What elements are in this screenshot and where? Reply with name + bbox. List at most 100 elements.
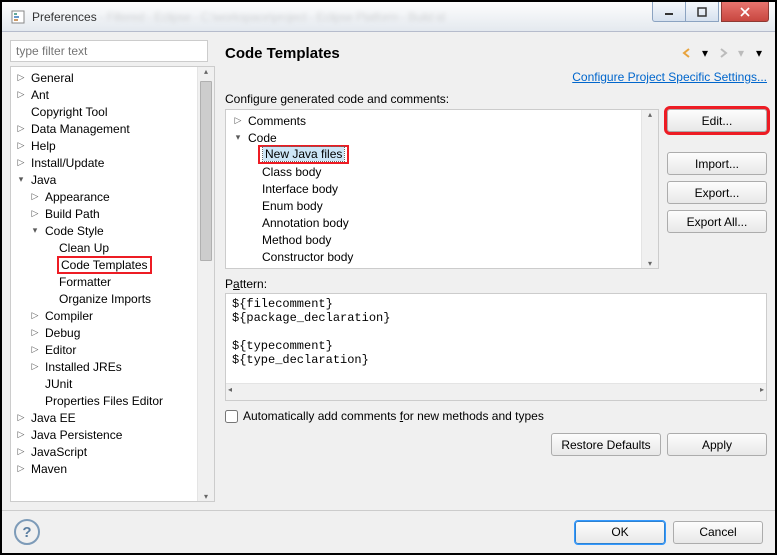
export-all-button[interactable]: Export All... bbox=[667, 210, 767, 233]
tree-item[interactable]: ▷Java Persistence bbox=[11, 426, 197, 443]
template-item[interactable]: ▷Annotation body bbox=[226, 214, 641, 231]
template-item-label: Enum body bbox=[260, 199, 325, 213]
template-item-label: Constructor body bbox=[260, 250, 355, 264]
triangle-right-icon[interactable]: ▷ bbox=[15, 463, 27, 475]
tree-item[interactable]: ▷Compiler bbox=[11, 307, 197, 324]
triangle-right-icon[interactable]: ▷ bbox=[15, 157, 27, 169]
triangle-right-icon[interactable]: ▷ bbox=[232, 115, 244, 126]
tree-item[interactable]: ▷Appearance bbox=[11, 188, 197, 205]
tree-scrollbar[interactable] bbox=[197, 67, 214, 501]
tree-item[interactable]: ▷Copyright Tool bbox=[11, 103, 197, 120]
triangle-down-icon[interactable]: ▾ bbox=[29, 225, 41, 237]
templates-tree[interactable]: ▷Comments▾Code▷New Java files▷Class body… bbox=[226, 110, 641, 268]
nav-back-menu-icon[interactable]: ▾ bbox=[697, 45, 713, 61]
template-item[interactable]: ▷Constructor body bbox=[226, 248, 641, 265]
help-icon[interactable]: ? bbox=[14, 519, 40, 545]
tree-item-label: Maven bbox=[29, 462, 69, 476]
tree-item[interactable]: ▷JavaScript bbox=[11, 443, 197, 460]
maximize-button[interactable] bbox=[685, 2, 719, 22]
triangle-right-icon[interactable]: ▷ bbox=[15, 72, 27, 84]
tree-item[interactable]: ▷Java EE bbox=[11, 409, 197, 426]
tree-item[interactable]: ▷Code Templates bbox=[11, 256, 197, 273]
nav-fwd-menu-icon[interactable]: ▾ bbox=[733, 45, 749, 61]
template-item-label: Comments bbox=[246, 114, 308, 128]
auto-comments-checkbox[interactable] bbox=[225, 410, 238, 423]
tree-item[interactable]: ▾Java bbox=[11, 171, 197, 188]
triangle-right-icon[interactable]: ▷ bbox=[15, 140, 27, 152]
tree-item-label: Properties Files Editor bbox=[43, 394, 165, 408]
template-item[interactable]: ▾Code bbox=[226, 129, 641, 146]
tree-item[interactable]: ▷Clean Up bbox=[11, 239, 197, 256]
tree-item-label: Data Management bbox=[29, 122, 132, 136]
nav-back-icon[interactable] bbox=[679, 45, 695, 61]
triangle-right-icon[interactable]: ▷ bbox=[29, 310, 41, 322]
restore-defaults-button[interactable]: Restore Defaults bbox=[551, 433, 661, 456]
tree-item[interactable]: ▷Data Management bbox=[11, 120, 197, 137]
export-button[interactable]: Export... bbox=[667, 181, 767, 204]
configure-label: Configure generated code and comments: bbox=[225, 92, 767, 106]
close-button[interactable] bbox=[721, 2, 769, 22]
tree-item[interactable]: ▷JUnit bbox=[11, 375, 197, 392]
nav-fwd-icon[interactable] bbox=[715, 45, 731, 61]
titlebar: Preferences - Filtered - Eclipse - C:\wo… bbox=[2, 2, 775, 32]
import-button[interactable]: Import... bbox=[667, 152, 767, 175]
triangle-right-icon[interactable]: ▷ bbox=[15, 429, 27, 441]
tree-item-label: JavaScript bbox=[29, 445, 89, 459]
tree-item[interactable]: ▷Installed JREs bbox=[11, 358, 197, 375]
tree-item[interactable]: ▷Formatter bbox=[11, 273, 197, 290]
tree-item[interactable]: ▷Debug bbox=[11, 324, 197, 341]
tree-item-label: Appearance bbox=[43, 190, 112, 204]
tree-item-label: General bbox=[29, 71, 76, 85]
tree-item[interactable]: ▷Ant bbox=[11, 86, 197, 103]
template-item[interactable]: ▷Interface body bbox=[226, 180, 641, 197]
tree-item[interactable]: ▷Install/Update bbox=[11, 154, 197, 171]
pattern-label: Pattern: bbox=[225, 277, 767, 291]
triangle-down-icon[interactable]: ▾ bbox=[15, 174, 27, 186]
tree-item[interactable]: ▷Organize Imports bbox=[11, 290, 197, 307]
page-title: Code Templates bbox=[225, 45, 679, 62]
triangle-right-icon[interactable]: ▷ bbox=[29, 191, 41, 203]
triangle-right-icon[interactable]: ▷ bbox=[29, 208, 41, 220]
tree-item-label: Code Templates bbox=[57, 256, 152, 274]
configure-project-link[interactable]: Configure Project Specific Settings... bbox=[572, 70, 767, 84]
pattern-textarea[interactable]: ${filecomment} ${package_declaration} ${… bbox=[226, 294, 766, 383]
tree-item[interactable]: ▷Help bbox=[11, 137, 197, 154]
view-menu-icon[interactable]: ▾ bbox=[751, 45, 767, 61]
tree-item[interactable]: ▷Editor bbox=[11, 341, 197, 358]
tree-item[interactable]: ▾Code Style bbox=[11, 222, 197, 239]
edit-button[interactable]: Edit... bbox=[667, 109, 767, 132]
triangle-right-icon[interactable]: ▷ bbox=[29, 361, 41, 373]
pattern-hscrollbar[interactable] bbox=[226, 383, 766, 400]
tree-item[interactable]: ▷Build Path bbox=[11, 205, 197, 222]
template-item[interactable]: ▷Enum body bbox=[226, 197, 641, 214]
triangle-right-icon[interactable]: ▷ bbox=[15, 123, 27, 135]
triangle-right-icon[interactable]: ▷ bbox=[29, 327, 41, 339]
app-icon bbox=[10, 9, 26, 25]
minimize-button[interactable] bbox=[652, 2, 686, 22]
triangle-down-icon[interactable]: ▾ bbox=[232, 132, 244, 143]
tree-item[interactable]: ▷General bbox=[11, 69, 197, 86]
tree-item-label: Java bbox=[29, 173, 58, 187]
triangle-right-icon[interactable]: ▷ bbox=[15, 446, 27, 458]
preferences-window: Preferences - Filtered - Eclipse - C:\wo… bbox=[2, 2, 775, 553]
tree-item[interactable]: ▷Properties Files Editor bbox=[11, 392, 197, 409]
triangle-right-icon[interactable]: ▷ bbox=[15, 89, 27, 101]
ok-button[interactable]: OK bbox=[575, 521, 665, 544]
template-item-label: Annotation body bbox=[260, 216, 351, 230]
apply-button[interactable]: Apply bbox=[667, 433, 767, 456]
triangle-right-icon[interactable]: ▷ bbox=[29, 344, 41, 356]
template-item[interactable]: ▷New Java files bbox=[226, 146, 641, 163]
filter-input[interactable] bbox=[10, 40, 208, 62]
triangle-right-icon[interactable]: ▷ bbox=[15, 412, 27, 424]
tree-item-label: Java Persistence bbox=[29, 428, 124, 442]
template-item[interactable]: ▷Comments bbox=[226, 112, 641, 129]
cancel-button[interactable]: Cancel bbox=[673, 521, 763, 544]
preferences-tree[interactable]: ▷General▷Ant▷Copyright Tool▷Data Managem… bbox=[11, 67, 197, 501]
template-item-label: Class body bbox=[260, 165, 323, 179]
tree-item[interactable]: ▷Maven bbox=[11, 460, 197, 477]
window-title: Preferences - Filtered - Eclipse - C:\wo… bbox=[32, 10, 652, 24]
template-item[interactable]: ▷Class body bbox=[226, 163, 641, 180]
templates-scrollbar[interactable] bbox=[641, 110, 658, 268]
template-item[interactable]: ▷Method body bbox=[226, 231, 641, 248]
tree-item-label: Compiler bbox=[43, 309, 95, 323]
